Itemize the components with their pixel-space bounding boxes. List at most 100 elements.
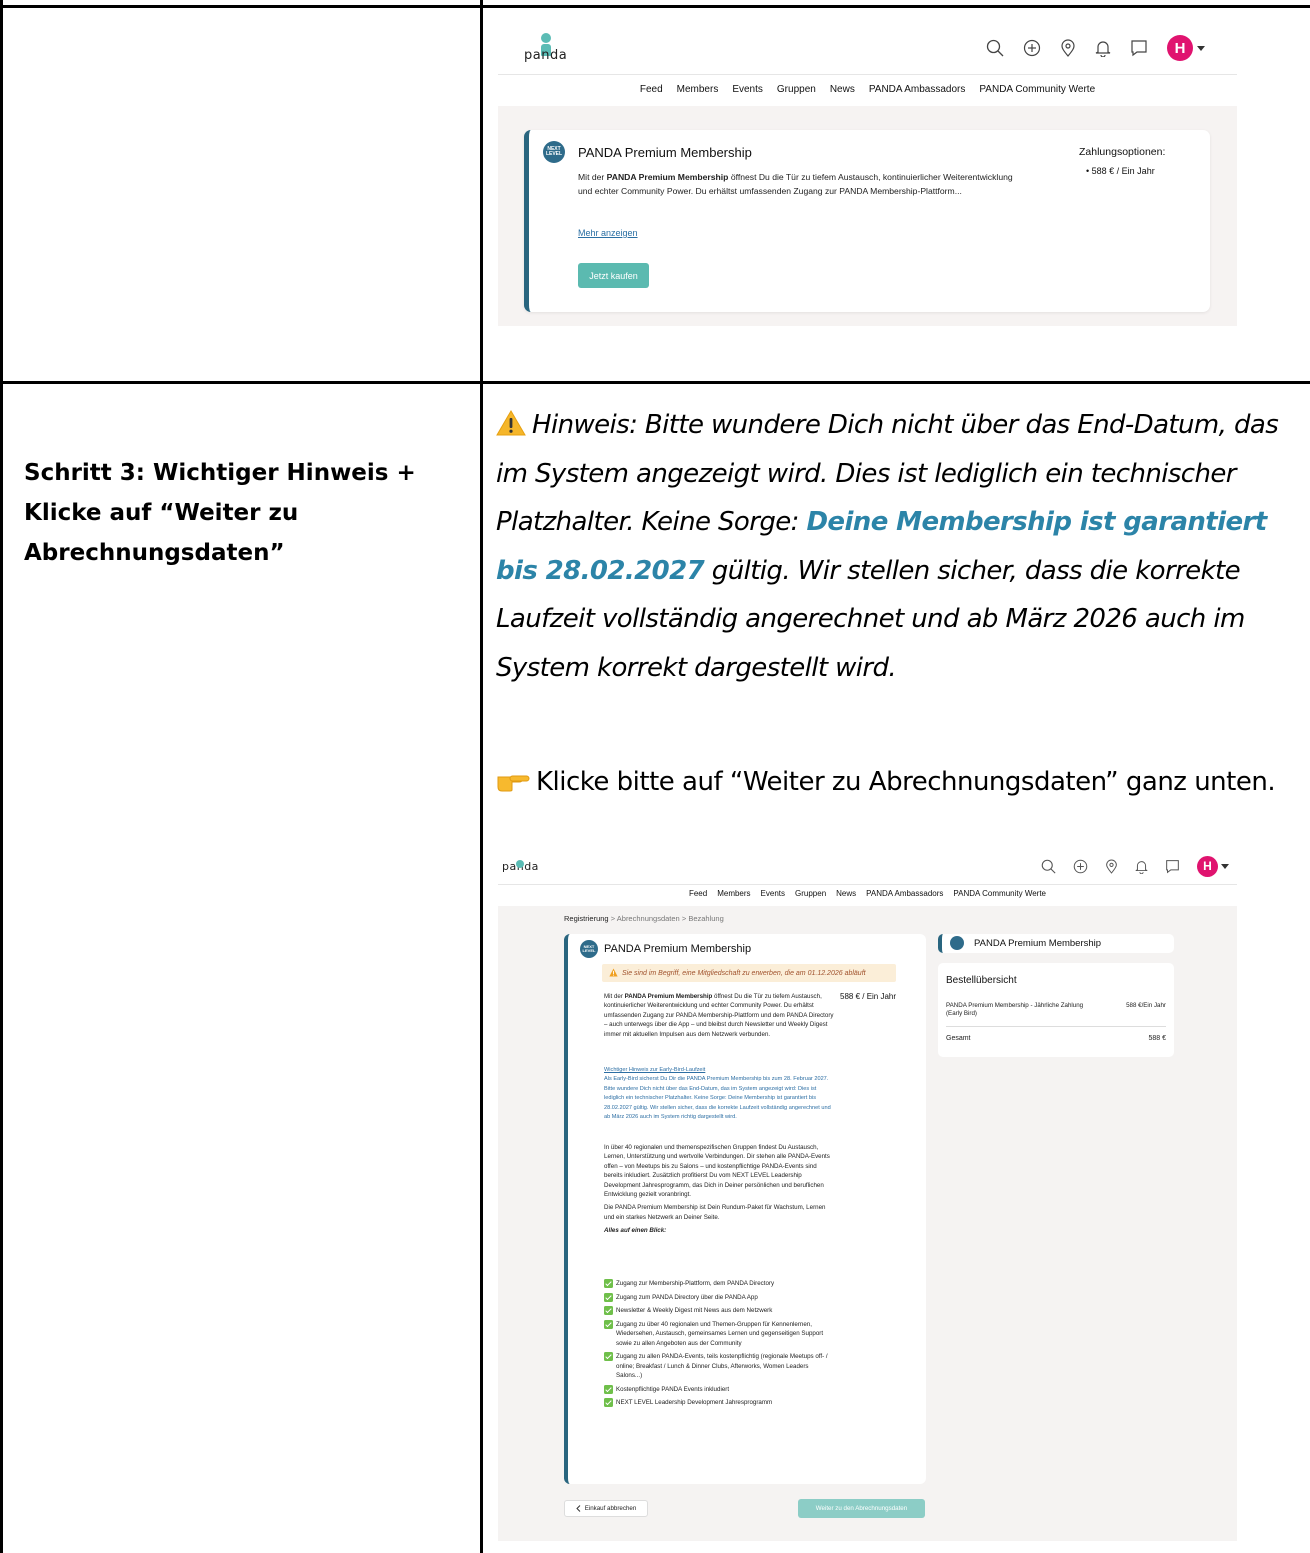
table-row-divider xyxy=(0,381,1310,384)
app-header: panda H xyxy=(498,22,1237,75)
list-item: Zugang zu allen PANDA-Events, teils kost… xyxy=(604,1352,836,1380)
location-pin-icon[interactable] xyxy=(1105,859,1118,874)
header-icons: H xyxy=(1041,855,1229,877)
membership-details: In über 40 regionalen und themenspezifis… xyxy=(604,1143,836,1240)
checkmark-icon xyxy=(604,1352,613,1362)
breadcrumb-separator: > xyxy=(610,914,616,923)
desc-bold: PANDA Premium Membership xyxy=(606,172,729,182)
avatar[interactable]: H xyxy=(1197,855,1218,877)
warning-icon xyxy=(496,410,526,436)
table-border-top xyxy=(0,5,1310,8)
show-more-link[interactable]: Mehr anzeigen xyxy=(578,228,638,238)
checkmark-icon xyxy=(604,1279,613,1288)
chevron-down-icon[interactable] xyxy=(1221,863,1229,869)
bell-icon[interactable] xyxy=(1095,39,1111,57)
payment-option[interactable]: • 588 € / Ein Jahr xyxy=(1086,166,1155,176)
chevron-down-icon[interactable] xyxy=(1197,45,1205,51)
next-level-badge-icon: NEXT LEVEL xyxy=(543,141,565,163)
membership-title: PANDA Premium Membership xyxy=(578,145,752,160)
nav-item-news[interactable]: News xyxy=(836,889,856,898)
chevron-left-icon xyxy=(575,1505,581,1512)
click-instruction: Klicke bitte auf “Weiter zu Abrechnungsd… xyxy=(496,758,1296,806)
total-label: Gesamt xyxy=(946,1035,971,1042)
chat-icon[interactable] xyxy=(1130,39,1148,57)
nav-item-feed[interactable]: Feed xyxy=(689,889,707,898)
intro-bold: PANDA Premium Membership xyxy=(624,993,713,1000)
benefit-text: Kostenpflichtige PANDA Events inkludiert xyxy=(616,1385,730,1393)
nav-item-events[interactable]: Events xyxy=(761,889,785,898)
nav-item-gruppen[interactable]: Gruppen xyxy=(777,84,816,95)
early-bird-note: Wichtiger Hinweis zur Early-Bird-Laufzei… xyxy=(604,1066,836,1122)
next-level-badge-icon: NEXT LEVEL xyxy=(580,940,598,958)
table-border-left xyxy=(0,0,3,1553)
nav-item-members[interactable]: Members xyxy=(717,889,750,898)
side-membership-title: PANDA Premium Membership xyxy=(974,938,1102,949)
order-summary-heading: Bestellübersicht xyxy=(946,975,1017,986)
nav-item-feed[interactable]: Feed xyxy=(640,84,663,95)
warning-text: Sie sind im Begriff, eine Mitgliedschaft… xyxy=(622,969,866,977)
benefit-text: NEXT LEVEL Leadership Development Jahres… xyxy=(616,1399,773,1407)
add-icon[interactable] xyxy=(1023,39,1041,57)
search-icon[interactable] xyxy=(1041,859,1056,874)
payment-options-heading: Zahlungsoptionen: xyxy=(1079,146,1166,158)
user-menu[interactable]: H xyxy=(1197,855,1229,877)
header-icons: H xyxy=(986,35,1205,61)
click-text: Klicke bitte auf “Weiter zu Abrechnungsd… xyxy=(536,767,1276,797)
app-header: panda H xyxy=(498,848,1237,917)
avatar[interactable]: H xyxy=(1167,35,1193,61)
desc-pre: Mit der xyxy=(578,172,607,182)
nav-item-news[interactable]: News xyxy=(830,84,855,95)
overview-heading: Alles auf einen Blick: xyxy=(604,1227,667,1235)
early-bird-link[interactable]: Wichtiger Hinweis zur Early-Bird-Laufzei… xyxy=(604,1066,836,1075)
intro-pre: Mit der xyxy=(604,993,625,1000)
intro-paragraph: Mit der PANDA Premium Membership öffnest… xyxy=(604,992,836,1039)
checkmark-icon xyxy=(604,1398,613,1408)
table-column-divider xyxy=(480,0,483,1553)
breadcrumb-registrierung[interactable]: Registrierung xyxy=(564,914,609,923)
package-paragraph: Die PANDA Premium Membership ist Dein Ru… xyxy=(604,1204,826,1221)
screenshot-checkout: panda H Feed Members Events Gruppen News… xyxy=(498,848,1237,1541)
nav-item-ambassadors[interactable]: PANDA Ambassadors xyxy=(869,84,966,95)
nav-item-ambassadors[interactable]: PANDA Ambassadors xyxy=(866,889,943,898)
panda-logo[interactable]: panda xyxy=(524,33,567,63)
warning-icon xyxy=(609,968,618,977)
checkmark-icon xyxy=(604,1319,613,1329)
total-value: 588 € xyxy=(1148,1035,1166,1042)
breadcrumb: Registrierung > Abrechnungsdaten > Bezah… xyxy=(564,914,724,923)
benefit-text: Zugang zum PANDA Directory über die PAND… xyxy=(616,1293,758,1301)
nav-item-community-werte[interactable]: PANDA Community Werte xyxy=(979,84,1095,95)
user-menu[interactable]: H xyxy=(1167,35,1205,61)
membership-card: NEXT LEVEL PANDA Premium Membership Mit … xyxy=(524,130,1210,312)
add-icon[interactable] xyxy=(1073,859,1088,874)
benefit-text: Zugang zu allen PANDA-Events, teils kost… xyxy=(616,1353,828,1379)
main-nav: Feed Members Events Gruppen News PANDA A… xyxy=(498,889,1237,898)
main-nav: Feed Members Events Gruppen News PANDA A… xyxy=(498,84,1237,95)
order-summary: Bestellübersicht PANDA Premium Membershi… xyxy=(938,963,1174,1057)
breadcrumb-abrechnungsdaten[interactable]: Abrechnungsdaten xyxy=(617,914,680,923)
buy-now-button[interactable]: Jetzt kaufen xyxy=(578,263,649,288)
breadcrumb-bezahlung[interactable]: Bezahlung xyxy=(688,914,723,923)
continue-to-billing-button[interactable]: Weiter zu den Abrechnungsdaten xyxy=(798,1499,925,1518)
nav-item-events[interactable]: Events xyxy=(732,84,763,95)
breadcrumb-separator: > xyxy=(681,914,687,923)
groups-paragraph: In über 40 regionalen und themenspezifis… xyxy=(604,1144,830,1199)
expiry-warning-banner: Sie sind im Begriff, eine Mitgliedschaft… xyxy=(602,964,896,982)
list-item: Zugang zu über 40 regionalen und Themen-… xyxy=(604,1319,836,1348)
checkmark-icon xyxy=(604,1306,613,1316)
benefits-list: Zugang zur Membership-Plattform, dem PAN… xyxy=(604,1279,836,1412)
nav-item-gruppen[interactable]: Gruppen xyxy=(795,889,826,898)
benefit-text: Zugang zu über 40 regionalen und Themen-… xyxy=(616,1320,824,1347)
bell-icon[interactable] xyxy=(1135,859,1148,874)
nav-item-members[interactable]: Members xyxy=(677,84,719,95)
membership-intro: Mit der PANDA Premium Membership öffnest… xyxy=(604,992,836,1044)
checkmark-icon xyxy=(604,1384,613,1394)
search-icon[interactable] xyxy=(986,39,1004,57)
cancel-purchase-button[interactable]: Einkauf abbrechen xyxy=(564,1500,648,1517)
nav-item-community-werte[interactable]: PANDA Community Werte xyxy=(953,889,1046,898)
order-line-value: 588 €/Ein Jahr xyxy=(1126,1002,1166,1009)
location-pin-icon[interactable] xyxy=(1060,39,1076,57)
divider xyxy=(946,1026,1166,1027)
logo-head xyxy=(540,33,551,43)
panda-logo[interactable]: panda xyxy=(502,859,542,917)
chat-icon[interactable] xyxy=(1165,859,1180,874)
